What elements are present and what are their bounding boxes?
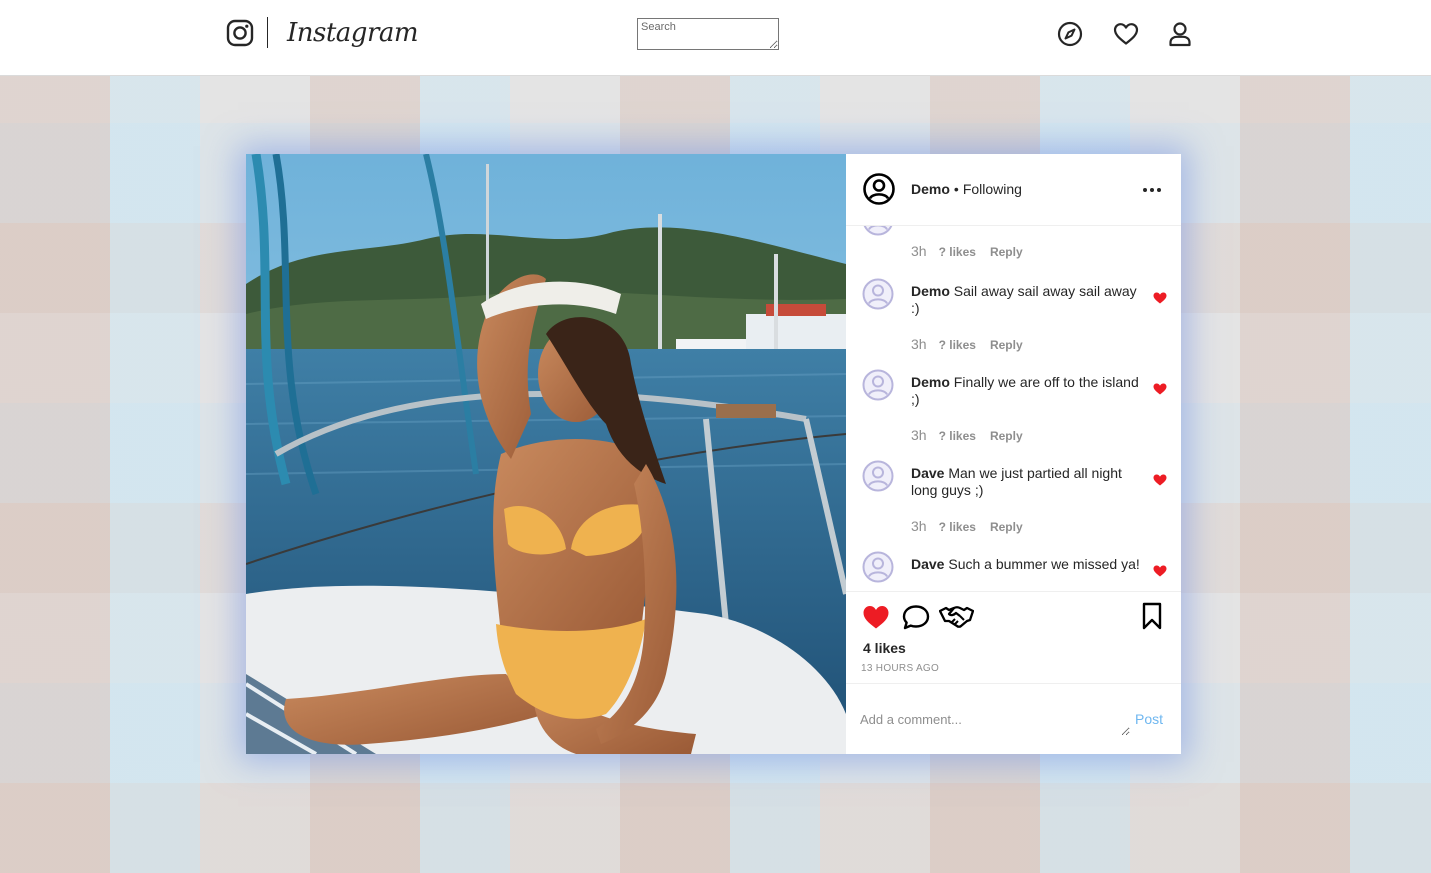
post-photo-image — [246, 154, 846, 754]
comment-username[interactable]: Dave — [911, 465, 944, 481]
comment-text: Demo Sail away sail away sail away :) — [911, 283, 1141, 317]
logo-divider — [267, 17, 268, 48]
add-comment-input[interactable] — [860, 706, 1130, 736]
user-icon[interactable] — [1167, 21, 1193, 47]
post-photo[interactable] — [246, 154, 846, 754]
owner-separator: • — [953, 181, 959, 197]
post-comment-button[interactable]: Post — [1135, 711, 1163, 727]
comment-likes[interactable]: ? likes — [939, 429, 976, 443]
commenter-avatar-icon[interactable] — [862, 460, 894, 492]
comment-body: Such a bummer we missed ya! — [948, 556, 1140, 572]
like-heart-icon[interactable] — [862, 604, 890, 630]
instagram-wordmark[interactable]: Instagram — [287, 18, 419, 50]
commenter-avatar-icon[interactable] — [862, 551, 894, 583]
search-input[interactable] — [637, 18, 779, 50]
comments-list[interactable]: 3h ? likes Reply Demo Sail away sail away … — [846, 226, 1181, 592]
post-owner-line: Demo • Following — [911, 181, 1022, 197]
comment-reply-button[interactable]: Reply — [990, 520, 1023, 534]
commenter-avatar-icon[interactable] — [862, 226, 894, 236]
post-header: Demo • Following — [846, 154, 1181, 226]
commenter-avatar-icon[interactable] — [862, 369, 894, 401]
comment-like-heart-icon[interactable] — [1153, 383, 1167, 395]
comment-bubble-icon[interactable] — [902, 604, 930, 630]
bookmark-icon[interactable] — [1142, 602, 1162, 630]
comment-reply-button[interactable]: Reply — [990, 245, 1023, 259]
compass-icon[interactable] — [1057, 21, 1083, 47]
comment-time: 3h — [911, 336, 927, 352]
comment-username[interactable]: Dave — [911, 556, 944, 572]
comment-like-heart-icon[interactable] — [1153, 565, 1167, 577]
top-navigation-bar: Instagram — [0, 0, 1431, 76]
heart-icon[interactable] — [1113, 21, 1139, 47]
follow-status[interactable]: Following — [963, 181, 1022, 197]
add-comment-form: Post — [846, 684, 1181, 754]
handshake-icon[interactable] — [939, 603, 974, 629]
comment-meta: 3h ? likes Reply — [911, 243, 1023, 259]
likes-count[interactable]: 4 likes — [863, 640, 906, 656]
comment-like-heart-icon[interactable] — [1153, 474, 1167, 486]
more-options-icon[interactable] — [1142, 187, 1162, 193]
comment-likes[interactable]: ? likes — [939, 338, 976, 352]
comment-reply-button[interactable]: Reply — [990, 429, 1023, 443]
comment-meta: 3h ? likes Reply — [911, 518, 1023, 534]
comment-text: Dave Man we just partied all night long … — [911, 465, 1141, 499]
post-actions: 4 likes 13 HOURS AGO — [846, 592, 1181, 684]
comment-likes[interactable]: ? likes — [939, 520, 976, 534]
comment-username[interactable]: Demo — [911, 283, 950, 299]
post-card: Demo • Following 3h? likes Reply Demo Sa… — [246, 154, 1181, 754]
owner-avatar-icon[interactable] — [863, 173, 895, 205]
comment-likes[interactable]: ? likes — [939, 245, 976, 259]
comment-time: 3h — [911, 243, 927, 259]
comment-reply-button[interactable]: Reply — [990, 338, 1023, 352]
comment-text: Dave Such a bummer we missed ya! — [911, 556, 1141, 573]
instagram-logo-icon[interactable] — [226, 19, 254, 47]
comment-time: 3h — [911, 427, 927, 443]
comment-text: Demo Finally we are off to the island ;) — [911, 374, 1141, 408]
comment-like-heart-icon[interactable] — [1153, 292, 1167, 304]
comment-username[interactable]: Demo — [911, 374, 950, 390]
post-timestamp: 13 HOURS AGO — [861, 663, 940, 674]
owner-username[interactable]: Demo — [911, 181, 950, 197]
comment-meta: 3h ? likes Reply — [911, 427, 1023, 443]
comment-meta: 3h ? likes Reply — [911, 336, 1023, 352]
commenter-avatar-icon[interactable] — [862, 278, 894, 310]
post-sidebar: Demo • Following 3h? likes Reply Demo Sa… — [846, 154, 1181, 754]
comment-time: 3h — [911, 518, 927, 534]
